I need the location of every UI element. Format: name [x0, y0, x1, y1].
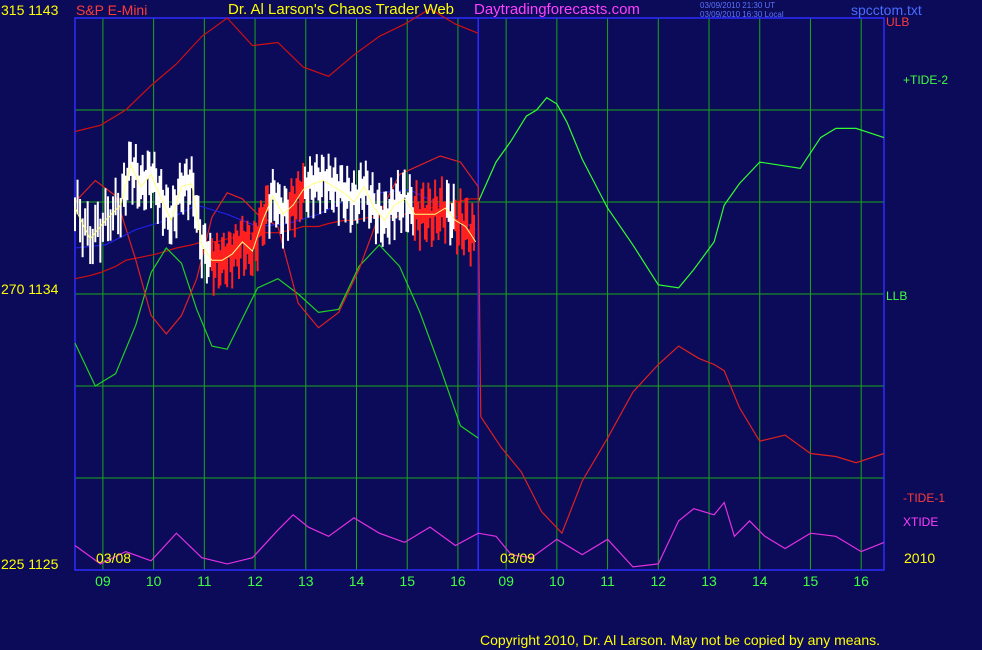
- x-tick-label: 14: [349, 573, 365, 589]
- legend-tide2: +TIDE-2: [903, 73, 949, 87]
- legend-xtide: XTIDE: [903, 515, 939, 529]
- x-tick-label: 11: [600, 573, 615, 589]
- price-bars: [74, 141, 477, 296]
- x-tick-label: 09: [498, 573, 514, 589]
- left-price-bottom: 225 1125: [1, 556, 59, 572]
- legend-llb: LLB: [886, 289, 908, 303]
- x-tick-labels: 09 10 11 12 13 14 15 16 09 10 11 12 13 14 15 16: [95, 573, 869, 589]
- x-tick-label: 13: [701, 573, 717, 589]
- x-tick-label: 15: [803, 573, 819, 589]
- timestamp-ut: 03/09/2010 21:30 UT: [700, 1, 776, 10]
- x-tick-label: 14: [752, 573, 768, 589]
- x-tick-label: 12: [247, 573, 263, 589]
- x-tick-label: 12: [651, 573, 667, 589]
- left-price-top: 315 1143: [1, 2, 59, 18]
- series-line-ulb: [74, 8, 479, 133]
- chart-title: Dr. Al Larson's Chaos Trader Web: [228, 1, 455, 18]
- timestamp-local: 03/09/2010 16:30 Local: [700, 10, 784, 19]
- x-tick-label: 11: [197, 573, 212, 589]
- legend-ulb: ULB: [886, 15, 910, 29]
- series-line-llb: [74, 244, 479, 439]
- date-second: 03/09: [500, 550, 536, 566]
- legend-tide1: -TIDE-1: [903, 491, 945, 505]
- x-tick-label: 15: [399, 573, 415, 589]
- site-link[interactable]: Daytradingforecasts.com: [474, 2, 640, 18]
- date-first: 03/08: [96, 550, 132, 566]
- year-label: 2010: [904, 550, 936, 566]
- x-tick-label: 13: [298, 573, 314, 589]
- copyright: Copyright 2010, Dr. Al Larson. May not b…: [480, 632, 881, 648]
- symbol-label: S&P E-Mini: [76, 2, 148, 18]
- chaos-chart: 09 10 11 12 13 14 15 16 09 10 11 12 13 14 15 16: [74, 8, 885, 589]
- series-line-xtide: [74, 501, 885, 568]
- x-tick-label: 09: [95, 573, 111, 589]
- series-group: [74, 8, 885, 568]
- x-tick-label: 16: [450, 573, 466, 589]
- left-price-mid: 270 1134: [1, 281, 59, 297]
- x-tick-label: 16: [853, 573, 869, 589]
- series-line--tide-2: [477, 96, 885, 289]
- x-tick-label: 10: [146, 573, 162, 589]
- x-tick-label: 10: [549, 573, 565, 589]
